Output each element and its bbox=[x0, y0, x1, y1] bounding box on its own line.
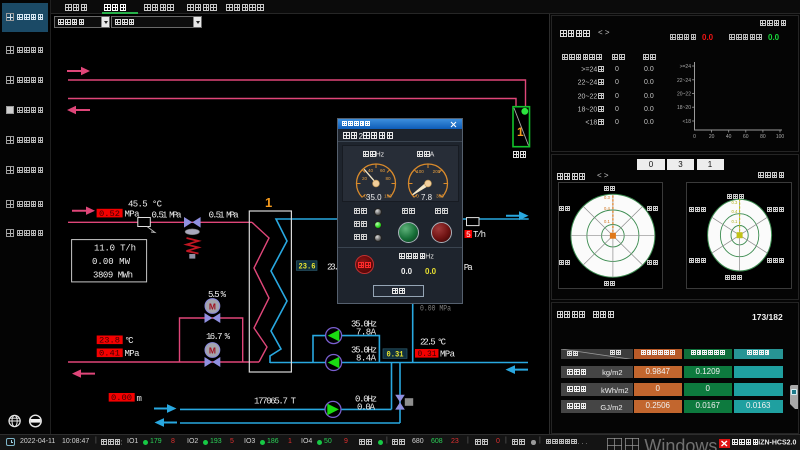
svg-text:0.4: 0.4 bbox=[732, 209, 738, 214]
svg-text:0.00 MPa: 0.00 MPa bbox=[420, 305, 451, 314]
svg-text:M: M bbox=[209, 345, 216, 355]
svg-text:0.31: 0.31 bbox=[387, 351, 404, 360]
svg-text:100: 100 bbox=[776, 134, 785, 140]
svg-text:0.4: 0.4 bbox=[604, 206, 610, 211]
svg-text:0: 0 bbox=[693, 134, 696, 140]
svg-text:M: M bbox=[209, 301, 216, 311]
svg-text:40: 40 bbox=[726, 134, 732, 140]
svg-text:16.7 %: 16.7 % bbox=[206, 332, 231, 342]
svg-text:18~20: 18~20 bbox=[677, 105, 691, 111]
svg-text:0.52: 0.52 bbox=[99, 209, 120, 219]
svg-text:100: 100 bbox=[416, 169, 424, 174]
svg-text:<18: <18 bbox=[683, 119, 692, 125]
svg-text:3809 MWh: 3809 MWh bbox=[93, 271, 133, 281]
svg-text:60: 60 bbox=[743, 134, 749, 140]
svg-text:23.6: 23.6 bbox=[299, 263, 316, 272]
svg-text:23.8: 23.8 bbox=[99, 336, 120, 346]
svg-text:5: 5 bbox=[466, 231, 471, 240]
svg-text:60: 60 bbox=[380, 168, 386, 173]
svg-text:0.00: 0.00 bbox=[111, 393, 132, 403]
svg-text:T/h: T/h bbox=[473, 230, 486, 240]
svg-text:300: 300 bbox=[436, 194, 444, 199]
svg-text:22~24: 22~24 bbox=[677, 78, 691, 84]
svg-text:0.1: 0.1 bbox=[604, 219, 610, 224]
svg-text:0.51 MPa: 0.51 MPa bbox=[209, 210, 240, 220]
svg-text:MPa: MPa bbox=[125, 349, 141, 359]
svg-text:0.3: 0.3 bbox=[604, 195, 610, 200]
svg-text:20: 20 bbox=[709, 134, 715, 140]
svg-text:0.0A: 0.0A bbox=[357, 403, 376, 413]
svg-text:MPa: MPa bbox=[440, 350, 456, 360]
svg-text:11.0 T/h: 11.0 T/h bbox=[94, 244, 136, 254]
svg-text:°C: °C bbox=[125, 336, 135, 346]
svg-text:0.1: 0.1 bbox=[732, 219, 738, 224]
svg-text:7.8A: 7.8A bbox=[356, 328, 377, 338]
svg-text:20: 20 bbox=[362, 176, 368, 181]
svg-text:0.51 MPa: 0.51 MPa bbox=[152, 210, 183, 220]
svg-text:45.5 °C: 45.5 °C bbox=[128, 200, 163, 210]
svg-text:20~22: 20~22 bbox=[677, 92, 691, 98]
svg-text:MPa: MPa bbox=[125, 209, 141, 219]
svg-text:5.5 %: 5.5 % bbox=[208, 290, 227, 300]
svg-text:0.00 MW: 0.00 MW bbox=[92, 257, 131, 267]
svg-text:80: 80 bbox=[760, 134, 766, 140]
svg-text:0.41: 0.41 bbox=[99, 349, 120, 359]
svg-text:177065.7 T: 177065.7 T bbox=[254, 397, 297, 407]
svg-text:0.31: 0.31 bbox=[418, 349, 437, 359]
svg-text:0: 0 bbox=[416, 194, 419, 199]
svg-text:40: 40 bbox=[368, 168, 374, 173]
svg-text:100: 100 bbox=[384, 194, 392, 199]
svg-text:22.5 °C: 22.5 °C bbox=[420, 338, 447, 348]
svg-text:1: 1 bbox=[265, 195, 272, 210]
svg-text:80: 80 bbox=[385, 176, 391, 181]
svg-text:1: 1 bbox=[517, 125, 524, 139]
svg-text:m: m bbox=[137, 394, 142, 404]
svg-text:8.4A: 8.4A bbox=[356, 354, 377, 364]
svg-text:Pa: Pa bbox=[464, 263, 474, 273]
svg-text:>=24: >=24 bbox=[680, 64, 692, 70]
svg-text:200: 200 bbox=[433, 169, 441, 174]
